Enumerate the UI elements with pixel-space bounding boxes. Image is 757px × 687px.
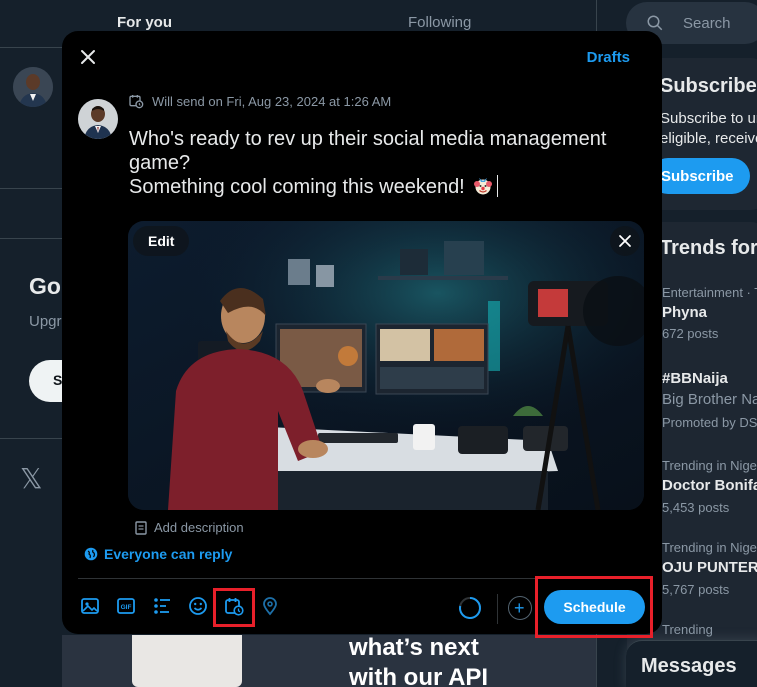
divider bbox=[0, 238, 62, 239]
compose-line: game? bbox=[129, 152, 191, 174]
edit-media-button[interactable]: Edit bbox=[133, 226, 190, 256]
premium-title: Go bbox=[29, 273, 61, 299]
compose-textarea[interactable]: Who's ready to rev up their social media… bbox=[129, 127, 639, 199]
add-post-button[interactable]: + bbox=[508, 596, 532, 620]
tab-following[interactable]: Following bbox=[408, 14, 471, 31]
globe-icon bbox=[84, 547, 98, 561]
gif-icon: GIF bbox=[117, 598, 135, 614]
text-caret bbox=[496, 175, 498, 197]
location-icon bbox=[263, 597, 277, 616]
close-icon bbox=[81, 50, 95, 64]
compose-line-last: Something cool coming this weekend! bbox=[129, 175, 639, 199]
scheduled-info-text: Will send on Fri, Aug 23, 2024 at 1:26 A… bbox=[152, 93, 392, 109]
drafts-button[interactable]: Drafts bbox=[587, 49, 630, 66]
subscribe-button-label: Subscribe bbox=[661, 168, 734, 185]
toolbar-divider bbox=[497, 594, 498, 624]
trend-posts: 5,767 posts bbox=[662, 582, 730, 597]
gif-button[interactable]: GIF bbox=[116, 596, 136, 616]
trend-posts: 5,453 posts bbox=[662, 500, 730, 515]
character-progress-ring bbox=[458, 596, 482, 620]
promo-text-line: with our API bbox=[349, 664, 489, 687]
reply-settings-label: Everyone can reply bbox=[104, 546, 233, 562]
compose-line: Something cool coming this weekend! bbox=[129, 176, 465, 198]
image-icon bbox=[81, 598, 99, 614]
messages-drawer[interactable]: Messages bbox=[626, 640, 757, 687]
search-placeholder: Search bbox=[683, 15, 731, 32]
trend-name[interactable]: Phyna bbox=[662, 304, 707, 321]
trend-name[interactable]: OJU PUNTER bbox=[662, 559, 757, 576]
promo-text: what’s next with our API bbox=[349, 633, 488, 687]
add-description-label: Add description bbox=[154, 520, 244, 535]
search-icon bbox=[647, 15, 663, 31]
subscribe-text: Subscribe to unlo eligible, receive a bbox=[660, 109, 757, 149]
poll-button[interactable] bbox=[152, 596, 172, 616]
clown-emoji-icon bbox=[473, 178, 492, 195]
attached-image[interactable]: Edit bbox=[128, 221, 644, 510]
trend-promoted: Promoted by DS bbox=[662, 415, 757, 430]
emoji-button[interactable] bbox=[188, 596, 208, 616]
svg-text:GIF: GIF bbox=[121, 604, 132, 611]
promo-text-line: what’s next bbox=[349, 634, 479, 661]
calendar-clock-icon bbox=[129, 95, 144, 109]
premium-button-label: S bbox=[53, 372, 63, 388]
highlight-schedule-button bbox=[535, 576, 653, 638]
trend-posts: 672 posts bbox=[662, 326, 719, 341]
trend-meta: Trending in Nigeria bbox=[662, 458, 757, 473]
user-avatar[interactable] bbox=[78, 99, 118, 139]
trends-title: Trends for y bbox=[660, 237, 757, 259]
promo-image bbox=[62, 635, 596, 687]
compose-modal: Drafts Will send on Fri, Aug 23, 2024 at… bbox=[62, 31, 662, 634]
remove-media-button[interactable] bbox=[610, 226, 640, 256]
location-button[interactable] bbox=[260, 596, 280, 616]
close-icon bbox=[619, 235, 631, 247]
media-button[interactable] bbox=[80, 596, 100, 616]
scheduled-info[interactable]: Will send on Fri, Aug 23, 2024 at 1:26 A… bbox=[128, 93, 391, 109]
compose-line: Who's ready to rev up their social media… bbox=[129, 128, 607, 150]
highlight-schedule-icon bbox=[213, 588, 255, 627]
emoji-icon bbox=[189, 597, 207, 615]
subscribe-text-line: eligible, receive a bbox=[660, 130, 757, 147]
plus-icon: + bbox=[514, 598, 525, 618]
premium-text: Upgr bbox=[29, 313, 62, 330]
trend-meta: Trending in Nigeria bbox=[662, 540, 757, 555]
messages-title: Messages bbox=[641, 655, 737, 677]
tab-for-you[interactable]: For you bbox=[117, 14, 172, 31]
subscribe-text-line: Subscribe to unlo bbox=[660, 110, 757, 127]
poll-icon bbox=[154, 598, 170, 614]
trend-posts: Big Brother Naija bbox=[662, 391, 757, 408]
x-logo-icon: 𝕏 bbox=[20, 463, 43, 494]
add-description-button[interactable]: Add description bbox=[134, 520, 244, 535]
timeline-avatar[interactable] bbox=[13, 67, 53, 107]
subscribe-button[interactable]: Subscribe bbox=[650, 158, 750, 194]
reply-settings-button[interactable]: Everyone can reply bbox=[84, 546, 232, 562]
trend-name[interactable]: #BBNaija bbox=[662, 370, 728, 387]
trend-meta: Entertainment · Tre bbox=[662, 285, 757, 300]
close-button[interactable] bbox=[76, 45, 100, 69]
divider bbox=[0, 438, 62, 439]
trend-name[interactable]: Doctor Boniface bbox=[662, 477, 757, 494]
document-icon bbox=[135, 520, 147, 535]
divider bbox=[0, 188, 62, 189]
subscribe-title: Subscribe to bbox=[660, 75, 757, 97]
trend-meta: Trending bbox=[662, 622, 713, 637]
studio-photo bbox=[128, 221, 644, 510]
